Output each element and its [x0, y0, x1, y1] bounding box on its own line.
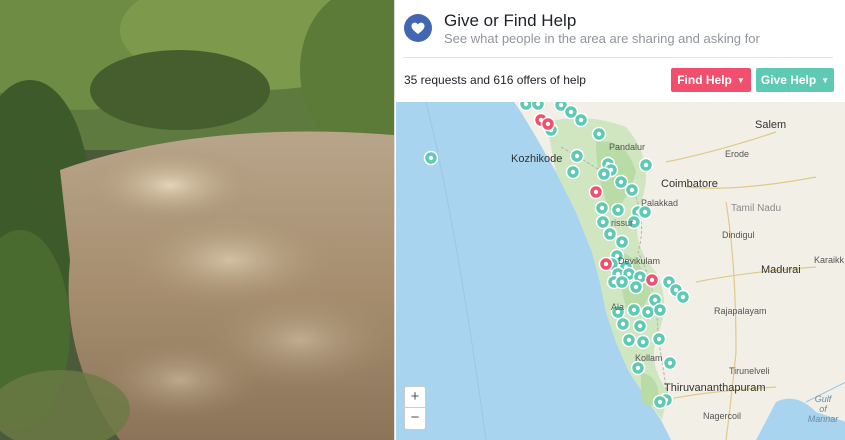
map-label-ala: Ala: [611, 302, 625, 312]
help-map[interactable]: Salem Kozhikode Pandalur Erode Coimbator…: [396, 102, 845, 440]
marker-dot: [607, 231, 613, 237]
give-help-button[interactable]: Give Help ▼: [756, 68, 834, 92]
map-label-thrissur: rissur: [611, 218, 633, 228]
marker-dot: [680, 294, 686, 300]
marker-dot: [603, 261, 609, 267]
divider: [403, 57, 833, 58]
marker-dot: [649, 277, 655, 283]
give-help-label: Give Help: [760, 73, 817, 87]
marker-dot: [615, 207, 621, 213]
map-label-coimbatore: Coimbatore: [661, 178, 718, 190]
map-label-erode: Erode: [725, 149, 750, 159]
page-subtitle: See what people in the area are sharing …: [444, 31, 760, 46]
marker-dot: [600, 219, 606, 225]
marker-dot: [626, 271, 632, 277]
marker-dot: [637, 274, 643, 280]
zoom-out-button[interactable]: −: [404, 408, 426, 430]
map-label-tirunelveli: Tirunelveli: [729, 366, 770, 376]
marker-dot: [642, 209, 648, 215]
marker-dot: [667, 360, 673, 366]
marker-dot: [633, 284, 639, 290]
marker-dot: [619, 279, 625, 285]
flood-photo: [0, 0, 394, 440]
marker-dot: [568, 109, 574, 115]
map-label-salem: Salem: [755, 119, 787, 131]
map-label-tamil-nadu: Tamil Nadu: [731, 203, 782, 214]
page-title: Give or Find Help: [444, 11, 577, 30]
marker-dot: [620, 321, 626, 327]
map-label-palakkad: Palakkad: [641, 198, 679, 208]
marker-dot: [578, 117, 584, 123]
marker-dot: [666, 279, 672, 285]
marker-dot: [656, 336, 662, 342]
marker-dot: [637, 323, 643, 329]
marker-dot: [599, 205, 605, 211]
marker-dot: [645, 309, 651, 315]
map-label-pandalur: Pandalur: [609, 142, 646, 152]
find-help-button[interactable]: Find Help ▼: [671, 68, 751, 92]
heart-icon: [404, 14, 432, 42]
zoom-in-button[interactable]: +: [404, 386, 426, 408]
chevron-down-icon: ▼: [821, 75, 830, 85]
marker-dot: [626, 337, 632, 343]
marker-dot: [574, 153, 580, 159]
chevron-down-icon: ▼: [736, 75, 745, 85]
marker-dot: [643, 162, 649, 168]
map-label-kollam: Kollam: [635, 353, 663, 363]
marker-dot: [635, 365, 641, 371]
find-help-label: Find Help: [677, 73, 732, 87]
marker-dot: [657, 307, 663, 313]
marker-dot: [428, 155, 434, 161]
marker-dot: [523, 102, 529, 107]
marker-dot: [593, 189, 599, 195]
map-label-karaikudi: Karaikk: [814, 255, 845, 265]
marker-dot: [657, 399, 663, 405]
marker-dot: [631, 307, 637, 313]
marker-dot: [618, 179, 624, 185]
marker-dot: [640, 339, 646, 345]
marker-dot: [596, 131, 602, 137]
marker-dot: [619, 239, 625, 245]
marker-dot: [535, 102, 541, 107]
map-label-nagercoil: Nagercoil: [703, 411, 742, 421]
map-label-devikulam: Devikulam: [618, 256, 661, 266]
map-label-rajapalayam: Rajapalayam: [714, 306, 767, 316]
map-label-gulf-of-mannar: Gulf of Mannar: [807, 394, 839, 424]
help-panel: Give or Find Help See what people in the…: [394, 0, 845, 440]
marker-dot: [652, 297, 658, 303]
map-label-madurai: Madurai: [761, 264, 801, 276]
marker-dot: [545, 121, 551, 127]
marker-dot: [601, 171, 607, 177]
map-label-thiruvananthapuram: Thiruvananthapuram: [664, 382, 766, 394]
marker-dot: [629, 187, 635, 193]
map-label-dindigul: Dindigul: [722, 230, 755, 240]
help-counts: 35 requests and 616 offers of help: [404, 73, 586, 87]
marker-dot: [558, 102, 564, 108]
marker-dot: [570, 169, 576, 175]
map-label-kozhikode: Kozhikode: [511, 153, 563, 165]
marker-dot: [673, 287, 679, 293]
